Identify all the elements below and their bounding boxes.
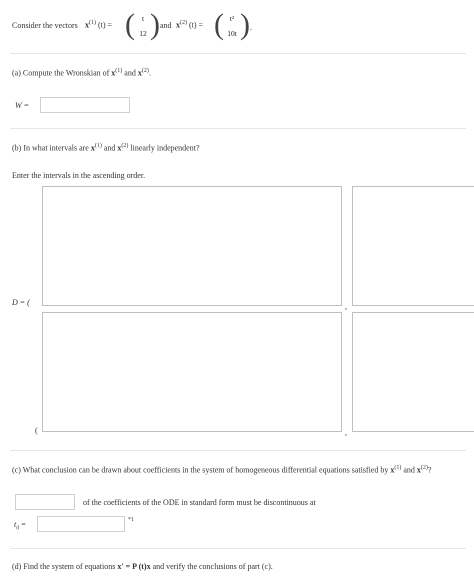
divider-1: [10, 53, 466, 54]
part-a-question: (a) Compute the Wronskian of x(1) and x(…: [12, 68, 151, 78]
t0-input[interactable]: [37, 516, 125, 532]
divider-2: [10, 128, 466, 129]
interval-1-end-box[interactable]: [352, 186, 474, 306]
interval-2-start-box[interactable]: [42, 312, 342, 432]
x2-vector-right-paren: ): [240, 8, 250, 41]
part-c-sentence: of the coefficients of the ODE in standa…: [83, 498, 316, 507]
part-d-question: (d) Find the system of equations x′ = P …: [12, 562, 273, 571]
interval-2-comma: ,: [345, 428, 347, 437]
part-c-question: (c) What conclusion can be drawn about c…: [12, 465, 432, 475]
interval-2-end-box[interactable]: [352, 312, 474, 432]
w-label: W =: [15, 101, 30, 110]
x1-vector-right-paren: ): [150, 8, 160, 41]
x2-symbol: x(2) (t) =: [176, 20, 204, 30]
part-b-instruction: Enter the intervals in the ascending ord…: [12, 171, 146, 180]
header-period: .: [250, 23, 252, 32]
interval-1-comma: ,: [345, 302, 347, 311]
divider-3: [10, 450, 466, 451]
wronskian-input[interactable]: [40, 97, 130, 113]
t0-label: t0 =: [14, 520, 26, 532]
interval-2-open-paren: (: [35, 426, 38, 435]
interval-1-start-box[interactable]: [42, 186, 342, 306]
t0-footnote-marker: *1: [128, 517, 134, 523]
x1-symbol: x(1) (t) =: [85, 20, 113, 30]
part-b-question: (b) In what intervals are x(1) and x(2) …: [12, 143, 200, 153]
intro-text: Consider the vectors: [12, 21, 78, 30]
coefficient-select[interactable]: [15, 494, 75, 510]
d-label: D = (: [12, 298, 30, 307]
and-text: and: [160, 21, 172, 30]
divider-4: [10, 548, 466, 549]
